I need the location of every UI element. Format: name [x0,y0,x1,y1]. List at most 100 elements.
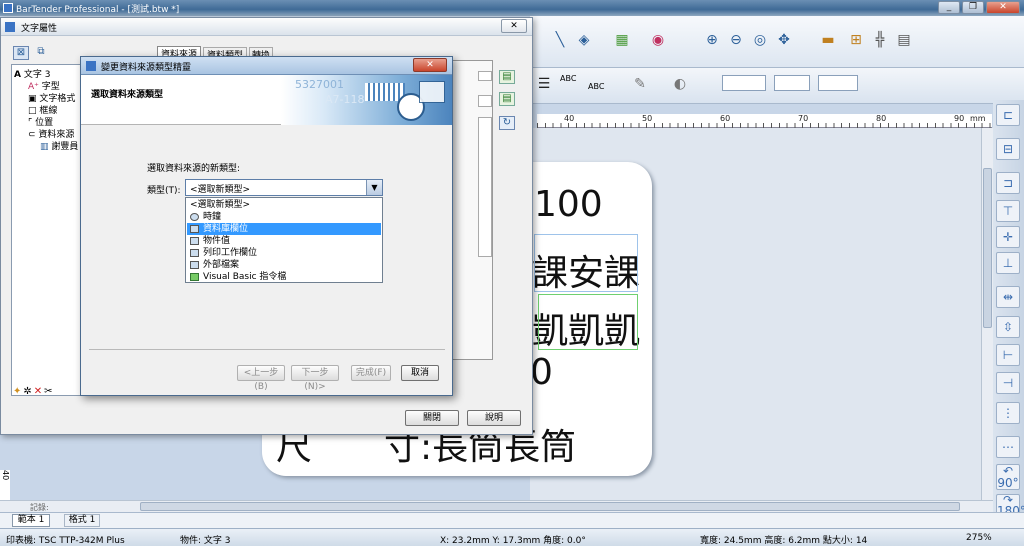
rotate-90-label: 90° [997,476,1019,490]
grid-icon[interactable]: ▤ [894,30,914,50]
line-tool-icon[interactable]: ╲ [550,30,570,50]
option-external-file[interactable]: 外部檔案 [187,259,381,271]
zoom-in-icon[interactable]: ⊕ [702,30,722,50]
align-center-icon[interactable]: ⊟ [996,138,1020,160]
restore-button[interactable]: ❐ [962,1,984,14]
align-top-icon[interactable]: ⊤ [996,200,1020,222]
option-database-field[interactable]: 資料庫欄位 [187,223,381,235]
align-grid-icon[interactable]: ╬ [870,30,890,50]
label-text-1[interactable]: 100 [534,184,603,225]
status-coordinates: X: 23.2mm Y: 17.3mm 角度: 0.0° [440,536,586,546]
close-dialog-button[interactable]: 關閉 [405,410,459,426]
text-effect-a[interactable]: ABC [560,74,576,83]
page-tabs: 範本 1 格式 1 [0,512,1024,528]
dialog-app-icon [5,22,15,32]
app-icon [3,3,13,13]
minimize-button[interactable]: _ [938,1,960,14]
help-button[interactable]: 說明 [467,410,521,426]
distribute-icon[interactable]: ⋮ [996,402,1020,424]
same-height-icon[interactable]: ⇳ [996,316,1020,338]
horizontal-ruler: 40 50 60 70 80 90 mm [537,114,992,128]
field-stub[interactable] [478,71,492,81]
align-bottom-icon[interactable]: ⊥ [996,252,1020,274]
view-toggle-icon[interactable]: ⊠ [13,46,29,60]
calendar-icon [419,81,445,103]
field-stub-2[interactable] [478,95,492,107]
option-vb-script[interactable]: Visual Basic 指令檔 [187,271,381,283]
wand-icon[interactable]: ✲ [23,386,33,397]
center-vertical-icon[interactable]: ⊣ [996,372,1020,394]
distribute-vertical-icon[interactable]: ⋯ [996,436,1020,458]
cancel-button[interactable]: 取消 [401,365,439,381]
finish-button[interactable]: 完成(F) [351,365,391,381]
grid-snap-icon[interactable]: ⊞ [846,30,866,50]
label-text-4[interactable]: 0 [530,352,553,393]
option-object-value[interactable]: 物件值 [187,235,381,247]
field-icon: ▥ [40,142,49,152]
refresh-icon[interactable]: ↻ [499,116,515,130]
status-size: 寬度: 24.5mm 高度: 6.2mm 點大小: 14 [700,536,868,546]
align-lines-icon[interactable]: ☰ [534,74,554,94]
ruler-tick: 60 [720,114,731,123]
option-clock[interactable]: 時鐘 [187,211,381,223]
status-zoom[interactable]: 275% [966,533,992,543]
delete-icon[interactable]: ✕ [34,386,44,397]
horizontal-scrollbar[interactable]: 記錄: [0,500,993,512]
field-stub-3[interactable] [478,117,492,257]
add-source-icon[interactable]: ▤ [499,70,515,84]
line-style-select[interactable] [774,75,810,91]
back-button[interactable]: <上一步(B) [237,365,285,392]
text-properties-titlebar: 文字屬性 ✕ [1,18,532,36]
image-tool-icon[interactable]: ▦ [612,30,632,50]
same-width-icon[interactable]: ⇹ [996,286,1020,308]
text-properties-close-button[interactable]: ✕ [501,19,527,33]
hscroll-thumb[interactable] [140,502,960,511]
align-right-icon[interactable]: ⊐ [996,172,1020,194]
chevron-down-icon[interactable]: ▼ [366,180,382,195]
rotate-90-button[interactable]: ↶ 90° [996,464,1020,490]
data-source-icon: ⊂ [28,130,36,140]
tab-format-1[interactable]: 格式 1 [64,514,100,527]
zoom-out-icon[interactable]: ⊖ [726,30,746,50]
dash-style-select[interactable] [818,75,858,91]
fill-color-icon[interactable]: ◐ [670,74,690,94]
option-select-new[interactable]: <選取新類型> [187,199,381,211]
app-title: BarTender Professional - [測試.btw *] [16,5,180,15]
status-printer: 印表機: TSC TTP-342M Plus [6,536,125,546]
vertical-scrollbar[interactable] [981,128,993,500]
rfid-tool-icon[interactable]: ◉ [648,30,668,50]
vruler-tick: 40 [1,470,10,481]
option-label: Visual Basic 指令檔 [203,272,287,282]
ruler-icon[interactable]: ▬ [818,30,838,50]
align-left-icon[interactable]: ⊏ [996,104,1020,126]
next-button[interactable]: 下一步(N)> [291,365,339,392]
shape-tool-icon[interactable]: ◈ [574,30,594,50]
line-width-select[interactable] [722,75,766,91]
option-label: 列印工作欄位 [203,248,258,258]
zoom-tool-icon[interactable]: ◎ [750,30,770,50]
text-effect-b[interactable]: ABC [588,82,604,91]
fit-page-icon[interactable]: ✥ [774,30,794,50]
center-horizontal-icon[interactable]: ⊢ [996,344,1020,366]
ruler-tick: 40 [564,114,575,123]
selection-outline [534,234,638,292]
file-icon [190,261,199,269]
cut-icon[interactable]: ✂ [44,386,54,397]
option-label: 物件值 [203,236,231,246]
wizard-close-button[interactable]: ✕ [413,58,447,72]
view-list-icon[interactable]: ⧉ [33,46,49,60]
tab-template-1[interactable]: 範本 1 [12,514,50,527]
new-icon[interactable]: ✦ [13,386,23,397]
type-label: 類型(T): [147,186,181,196]
edit-source-icon[interactable]: ▤ [499,92,515,106]
type-select[interactable]: <選取新類型> ▼ [185,179,383,196]
wizard-app-icon [86,61,96,71]
align-middle-icon[interactable]: ✛ [996,226,1020,248]
tree-item-field[interactable]: ▥ 謝豐員 [40,139,78,152]
selected-object-frame[interactable] [538,294,638,350]
close-button[interactable]: ✕ [986,1,1020,14]
scroll-thumb[interactable] [983,168,992,328]
pen-color-icon[interactable]: ✎ [630,74,650,94]
type-select-value: <選取新類型> [190,185,251,195]
option-print-job-field[interactable]: 列印工作欄位 [187,247,381,259]
